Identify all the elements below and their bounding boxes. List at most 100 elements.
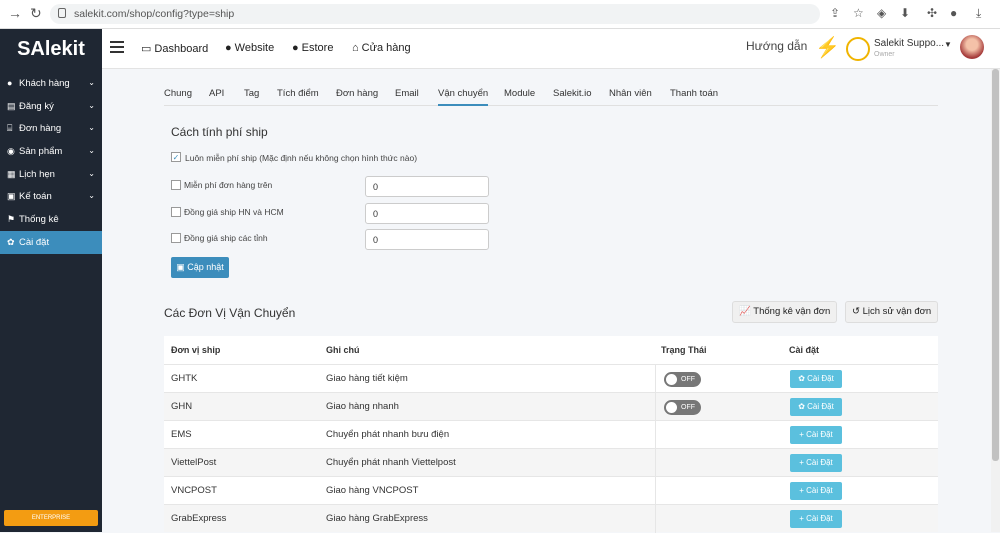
nav-website[interactable]: ● Website <box>225 42 274 54</box>
free-over-label: Miễn phí đơn hàng trên <box>184 180 273 190</box>
update-button[interactable]: ▣ Cập nhật <box>171 257 229 278</box>
url-text: salekit.com/shop/config?type=ship <box>74 8 235 20</box>
share-icon[interactable]: ⇪ <box>830 6 840 22</box>
scrollbar[interactable] <box>991 69 1000 532</box>
header-settings: Cài đặt <box>789 345 820 355</box>
sidebar-item-appointments[interactable]: ▦ Lịch hẹn ⌄ <box>0 163 102 186</box>
status-toggle[interactable]: OFF <box>664 400 701 415</box>
cart-icon: ⌸ <box>7 123 13 134</box>
add-settings-button[interactable]: + Cài Đặt <box>790 510 842 528</box>
star-icon[interactable]: ☆ <box>853 6 864 22</box>
user-name[interactable]: Salekit Suppo... <box>874 38 944 49</box>
extensions-icon[interactable]: ✣ <box>927 6 937 22</box>
tab-staff[interactable]: Nhân viên <box>609 88 652 99</box>
header-carrier: Đơn vị ship <box>171 345 221 355</box>
free-over-checkbox[interactable] <box>171 180 181 190</box>
help-link[interactable]: Hướng dẫn <box>746 39 807 53</box>
sidebar-item-settings[interactable]: ✿ Cài đặt <box>0 230 102 254</box>
shield-icon[interactable]: ◈ <box>877 6 886 22</box>
nav-dashboard[interactable]: ▭ Dashboard <box>141 42 208 55</box>
tab-orders[interactable]: Đơn hàng <box>336 88 378 99</box>
store-avatar[interactable] <box>846 37 870 61</box>
chevron-down-icon: ⌄ <box>88 146 95 156</box>
flat-province-checkbox[interactable] <box>171 233 181 243</box>
shipment-history-button[interactable]: ↺ Lịch sử vận đơn <box>845 301 939 323</box>
sidebar-item-stats[interactable]: ⚑ Thống kê <box>0 208 102 231</box>
tab-email[interactable]: Email <box>395 88 419 99</box>
free-over-input[interactable] <box>365 176 489 197</box>
ship-fee-title: Cách tính phí ship <box>171 125 268 139</box>
sidebar-item-customers[interactable]: ● Khách hàng ⌄ <box>0 72 102 95</box>
download-ext-icon[interactable]: ⬇ <box>900 6 910 22</box>
table-row: GrabExpress Giao hàng GrabExpress + Cài … <box>164 504 938 533</box>
chevron-down-icon: ⌄ <box>88 168 95 178</box>
lock-icon <box>58 8 66 18</box>
tab-shipping[interactable]: Vận chuyển <box>438 88 489 106</box>
chevron-down-icon: ⌄ <box>88 78 95 87</box>
list-icon: ▤ <box>7 100 16 111</box>
sidebar: ● Khách hàng ⌄ ▤ Đăng ký ⌄ ⌸ Đơn hàng ⌄ ◉ Sản p… <box>0 69 102 532</box>
download-icon[interactable]: ⤓ <box>976 6 981 22</box>
history-icon: ↺ <box>852 306 863 317</box>
store-icon: ⌂ <box>352 42 359 54</box>
free-ship-label: Luôn miễn phí ship (Mặc định nếu không c… <box>185 153 418 163</box>
avatar[interactable] <box>960 35 984 59</box>
menu-icon[interactable] <box>110 41 124 53</box>
calendar-icon: ▦ <box>7 168 16 179</box>
logo[interactable]: SAlekit <box>0 29 102 69</box>
table-row: GHN Giao hàng nhanh OFF ✿ Cài Đặt <box>164 392 938 421</box>
tab-general[interactable]: Chung <box>164 88 192 99</box>
header-note: Ghi chú <box>326 345 360 355</box>
calc-icon: ▣ <box>7 191 16 202</box>
scrollbar-thumb[interactable] <box>992 69 999 461</box>
top-header: ▭ Dashboard ● Website ● Estore ⌂ Cửa hàng Hư… <box>0 29 1000 69</box>
table-header: Đơn vị ship Ghi chú Trạng Thái Cài đặt <box>164 336 938 364</box>
address-bar[interactable]: salekit.com/shop/config?type=ship <box>50 4 820 24</box>
add-settings-button[interactable]: + Cài Đặt <box>790 426 842 444</box>
settings-button[interactable]: ✿ Cài Đặt <box>790 370 842 388</box>
tab-api[interactable]: API <box>209 88 224 99</box>
back-icon[interactable]: → <box>8 5 22 21</box>
add-settings-button[interactable]: + Cài Đặt <box>790 454 842 472</box>
flat-province-label: Đồng giá ship các tỉnh <box>184 233 268 243</box>
plan-badge: ENTERPRISE <box>4 510 98 526</box>
shipment-stats-button[interactable]: 📈 Thống kê vận đơn <box>732 301 838 323</box>
add-settings-button[interactable]: + Cài Đặt <box>790 482 842 500</box>
box-icon: ◉ <box>7 146 15 157</box>
flat-province-input[interactable] <box>365 229 489 250</box>
save-icon: ▣ <box>176 262 188 272</box>
carriers-table: Đơn vị ship Ghi chú Trạng Thái Cài đặt G… <box>164 336 938 533</box>
profile-icon[interactable]: ● <box>950 6 957 22</box>
sidebar-item-register[interactable]: ▤ Đăng ký ⌄ <box>0 95 102 118</box>
globe-icon: ● <box>292 42 299 54</box>
user-role: Owner <box>874 51 895 58</box>
settings-tabs: Chung API Tag Tích điểm Đơn hàng Email V… <box>164 88 938 106</box>
table-row: VNCPOST Giao hàng VNCPOST + Cài Đặt <box>164 476 938 505</box>
sidebar-item-products[interactable]: ◉ Sản phẩm ⌄ <box>0 140 102 163</box>
tab-salekit-io[interactable]: Salekit.io <box>553 88 592 99</box>
tab-payment[interactable]: Thanh toán <box>670 88 718 99</box>
nav-estore[interactable]: ● Estore <box>292 42 333 54</box>
flag-icon: ⚑ <box>7 214 16 225</box>
flat-hn-hcm-checkbox[interactable] <box>171 207 181 217</box>
flat-hn-hcm-label: Đồng giá ship HN và HCM <box>184 207 284 217</box>
bolt-icon[interactable]: ⚡ <box>815 35 840 60</box>
reload-icon[interactable]: ↻ <box>30 5 42 22</box>
globe-icon: ● <box>225 42 232 54</box>
tab-points[interactable]: Tích điểm <box>277 88 319 99</box>
free-ship-checkbox[interactable]: ✓ <box>171 152 181 162</box>
caret-down-icon[interactable]: ▼ <box>944 40 952 49</box>
chevron-down-icon: ⌄ <box>88 100 95 110</box>
sidebar-item-accounting[interactable]: ▣ Kế toán ⌄ <box>0 185 102 208</box>
chevron-down-icon: ⌄ <box>88 191 95 201</box>
tab-tag[interactable]: Tag <box>244 88 259 99</box>
tab-module[interactable]: Module <box>504 88 535 99</box>
chart-icon: 📈 <box>739 306 754 317</box>
status-toggle[interactable]: OFF <box>664 372 701 387</box>
nav-store[interactable]: ⌂ Cửa hàng <box>352 42 411 54</box>
user-icon: ● <box>7 78 13 88</box>
sidebar-item-orders[interactable]: ⌸ Đơn hàng ⌄ <box>0 117 102 140</box>
settings-button[interactable]: ✿ Cài Đặt <box>790 398 842 416</box>
chevron-down-icon: ⌄ <box>88 123 95 133</box>
flat-hn-hcm-input[interactable] <box>365 203 489 224</box>
